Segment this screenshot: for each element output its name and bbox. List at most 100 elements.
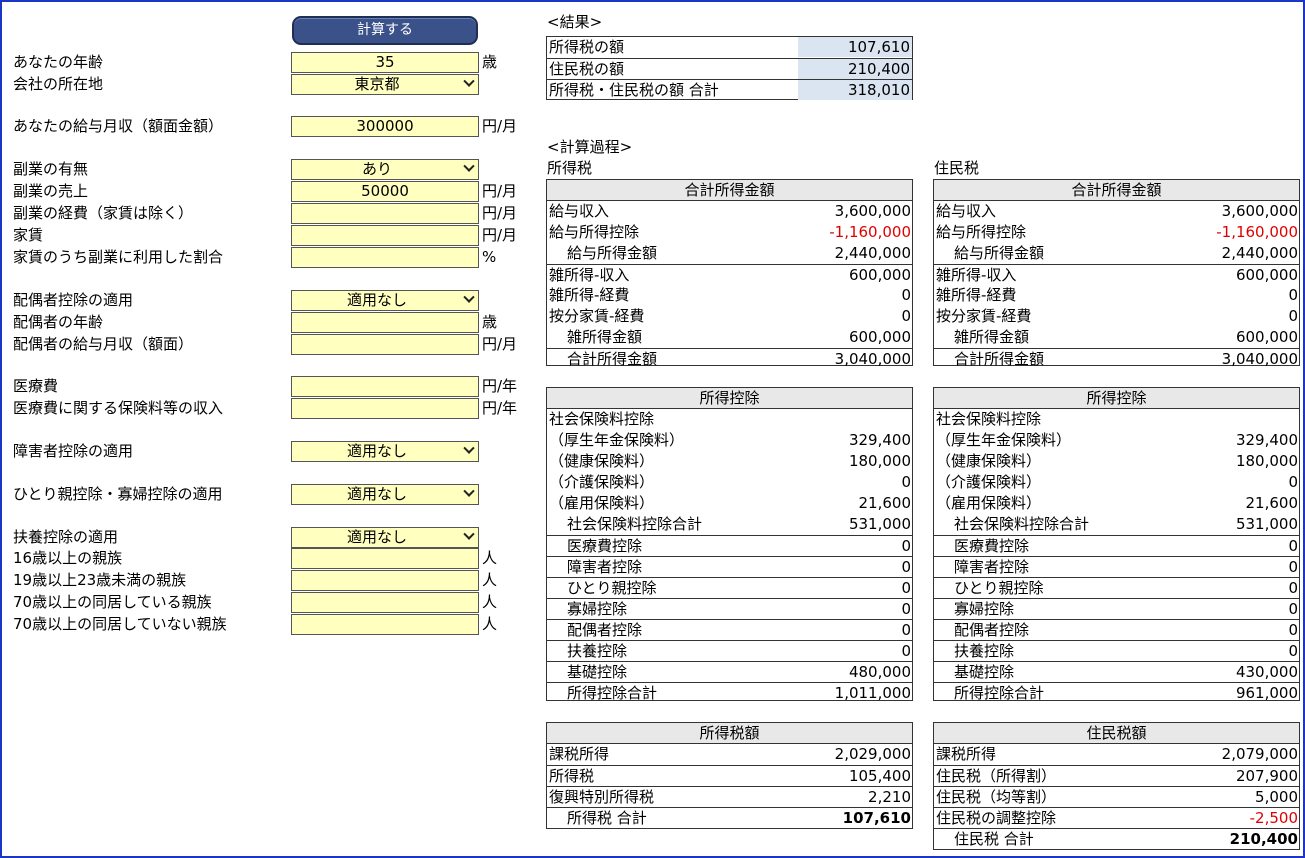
side-expense-input[interactable] xyxy=(291,203,479,224)
rent-ratio-label: 家賃のうち副業に利用した割合 xyxy=(13,248,224,266)
row-value: 3,600,000 xyxy=(834,202,911,220)
row-value: 1,011,000 xyxy=(834,684,911,702)
row-label: 住民税の調整控除 xyxy=(936,809,1057,827)
row-label: ひとり親控除 xyxy=(567,579,657,597)
dep70-sep-input[interactable] xyxy=(291,614,479,635)
table-row: 復興特別所得税 2,210 xyxy=(547,786,912,807)
spouse-age-input[interactable] xyxy=(291,312,479,333)
table-row: （健康保険料） 180,000 xyxy=(934,451,1299,472)
dep19-input[interactable] xyxy=(291,570,479,591)
table-row: 所得税 合計 107,610 xyxy=(547,807,912,828)
row-label: 住民税 合計 xyxy=(954,830,1034,848)
spouse-salary-input[interactable] xyxy=(291,334,479,355)
spouse-select[interactable]: 適用なし xyxy=(291,290,479,311)
row-label: 配偶者控除 xyxy=(954,621,1030,639)
rent-unit: 円/月 xyxy=(482,226,518,244)
side-sales-label: 副業の売上 xyxy=(13,182,89,200)
table-row: 雑所得-収入 600,000 xyxy=(934,264,1299,285)
dep16-input[interactable] xyxy=(291,548,479,569)
row-value: 329,400 xyxy=(1235,431,1298,449)
income-tax-table: 所得税額 課税所得 2,029,000 所得税 105,400 復興特別所得税 2,210… xyxy=(546,722,913,829)
side-sales-input[interactable]: 50000 xyxy=(291,181,479,202)
table-row: （介護保険料） 0 xyxy=(934,472,1299,493)
table-row: 雑所得金額 600,000 xyxy=(547,327,912,348)
row-label: 復興特別所得税 xyxy=(549,788,655,806)
salary-input[interactable]: 300000 xyxy=(291,116,479,137)
spouse-age-unit: 歳 xyxy=(482,313,498,331)
medical-insurance-unit: 円/年 xyxy=(482,399,518,417)
table-row: 配偶者控除 0 xyxy=(547,619,912,640)
resident-tax-table: 住民税額 課税所得 2,079,000 住民税（所得割） 207,900 住民税（均等割… xyxy=(933,722,1300,850)
sheet-frame: 計算する あなたの年齢 35 歳 会社の所在地 東京都 あなたの給与月収（額面金… xyxy=(0,0,1305,858)
row-label: （雇用保険料） xyxy=(549,494,655,512)
row-label: 住民税（所得割） xyxy=(936,767,1057,785)
medical-insurance-input[interactable] xyxy=(291,398,479,419)
side-expense-unit: 円/月 xyxy=(482,204,518,222)
process-title: <計算過程> xyxy=(547,138,633,156)
table-row: （厚生年金保険料） 329,400 xyxy=(547,430,912,451)
row-value: 600,000 xyxy=(1235,328,1298,346)
salary-label: あなたの給与月収（額面金額） xyxy=(13,117,224,135)
spouse-salary-label: 配偶者の給与月収（額面） xyxy=(13,335,194,353)
calculate-button[interactable]: 計算する xyxy=(292,16,478,45)
row-label: （厚生年金保険料） xyxy=(549,431,685,449)
table-header: 合計所得金額 xyxy=(547,180,912,201)
table-row: 配偶者控除 0 xyxy=(934,619,1299,640)
table-row: 雑所得-収入 600,000 xyxy=(547,264,912,285)
disability-select[interactable]: 適用なし xyxy=(291,441,479,462)
age-input[interactable]: 35 xyxy=(291,52,479,73)
row-value: -1,160,000 xyxy=(829,223,911,241)
rent-ratio-input[interactable] xyxy=(291,247,479,268)
row-value: 0 xyxy=(1288,473,1298,491)
table-header: 所得控除 xyxy=(934,388,1299,409)
row-value: 0 xyxy=(901,642,911,660)
table-row: ひとり親控除 0 xyxy=(934,577,1299,598)
row-label: （健康保険料） xyxy=(936,452,1042,470)
row-label: （介護保険料） xyxy=(549,473,655,491)
dep70-sep-unit: 人 xyxy=(482,615,498,633)
table-row: 社会保険料控除合計 531,000 xyxy=(934,514,1299,535)
disability-label: 障害者控除の適用 xyxy=(13,442,134,460)
table-row: 基礎控除 430,000 xyxy=(934,661,1299,682)
row-value: 107,610 xyxy=(842,809,911,827)
table-row: 給与所得控除 -1,160,000 xyxy=(934,222,1299,243)
location-select[interactable]: 東京都 xyxy=(291,74,479,95)
single-parent-select[interactable]: 適用なし xyxy=(291,484,479,505)
location-label: 会社の所在地 xyxy=(13,75,104,93)
table-row: 扶養控除 0 xyxy=(547,640,912,661)
rent-input[interactable] xyxy=(291,225,479,246)
row-label: 所得控除合計 xyxy=(567,684,658,702)
table-row: （雇用保険料） 21,600 xyxy=(934,493,1299,514)
table-row: 社会保険料控除 xyxy=(934,409,1299,430)
row-label: 給与収入 xyxy=(936,202,997,220)
row-value: 105,400 xyxy=(848,767,911,785)
rent-label: 家賃 xyxy=(13,226,44,244)
dependent-select[interactable]: 適用なし xyxy=(291,527,479,548)
table-row: 課税所得 2,029,000 xyxy=(547,744,912,765)
single-parent-label: ひとり親控除・寡婦控除の適用 xyxy=(13,485,223,503)
row-label: 基礎控除 xyxy=(567,663,628,681)
table-row: 障害者控除 0 xyxy=(547,556,912,577)
row-value: 0 xyxy=(1288,307,1298,325)
row-value: 180,000 xyxy=(848,452,911,470)
chevron-down-icon xyxy=(463,442,475,454)
medical-input[interactable] xyxy=(291,376,479,397)
table-row: 障害者控除 0 xyxy=(934,556,1299,577)
deduction-table-left: 所得控除 社会保険料控除 （厚生年金保険料） 329,400 （健康保険料） 180,0… xyxy=(546,387,913,702)
single-parent-value: 適用なし xyxy=(346,485,407,503)
row-label: 按分家賃-経費 xyxy=(936,307,1032,325)
row-value: 329,400 xyxy=(848,431,911,449)
dep70-cohab-input[interactable] xyxy=(291,592,479,613)
result-table: 所得税の額 107,610 住民税の額 210,400 所得税・住民税の額 合計 31… xyxy=(546,36,913,100)
row-label: 所得税 xyxy=(549,767,595,785)
row-value: 3,040,000 xyxy=(834,350,911,368)
row-value: 0 xyxy=(901,537,911,555)
table-row: 社会保険料控除合計 531,000 xyxy=(547,514,912,535)
row-label: 扶養控除 xyxy=(954,642,1015,660)
result-row: 所得税・住民税の額 合計 318,010 xyxy=(547,79,912,100)
row-value: 21,600 xyxy=(858,494,912,512)
table-row: 雑所得-経費 0 xyxy=(934,285,1299,306)
table-row: 住民税の調整控除 -2,500 xyxy=(934,807,1299,828)
table-row: 医療費控除 0 xyxy=(547,535,912,556)
side-job-select[interactable]: あり xyxy=(291,159,479,180)
